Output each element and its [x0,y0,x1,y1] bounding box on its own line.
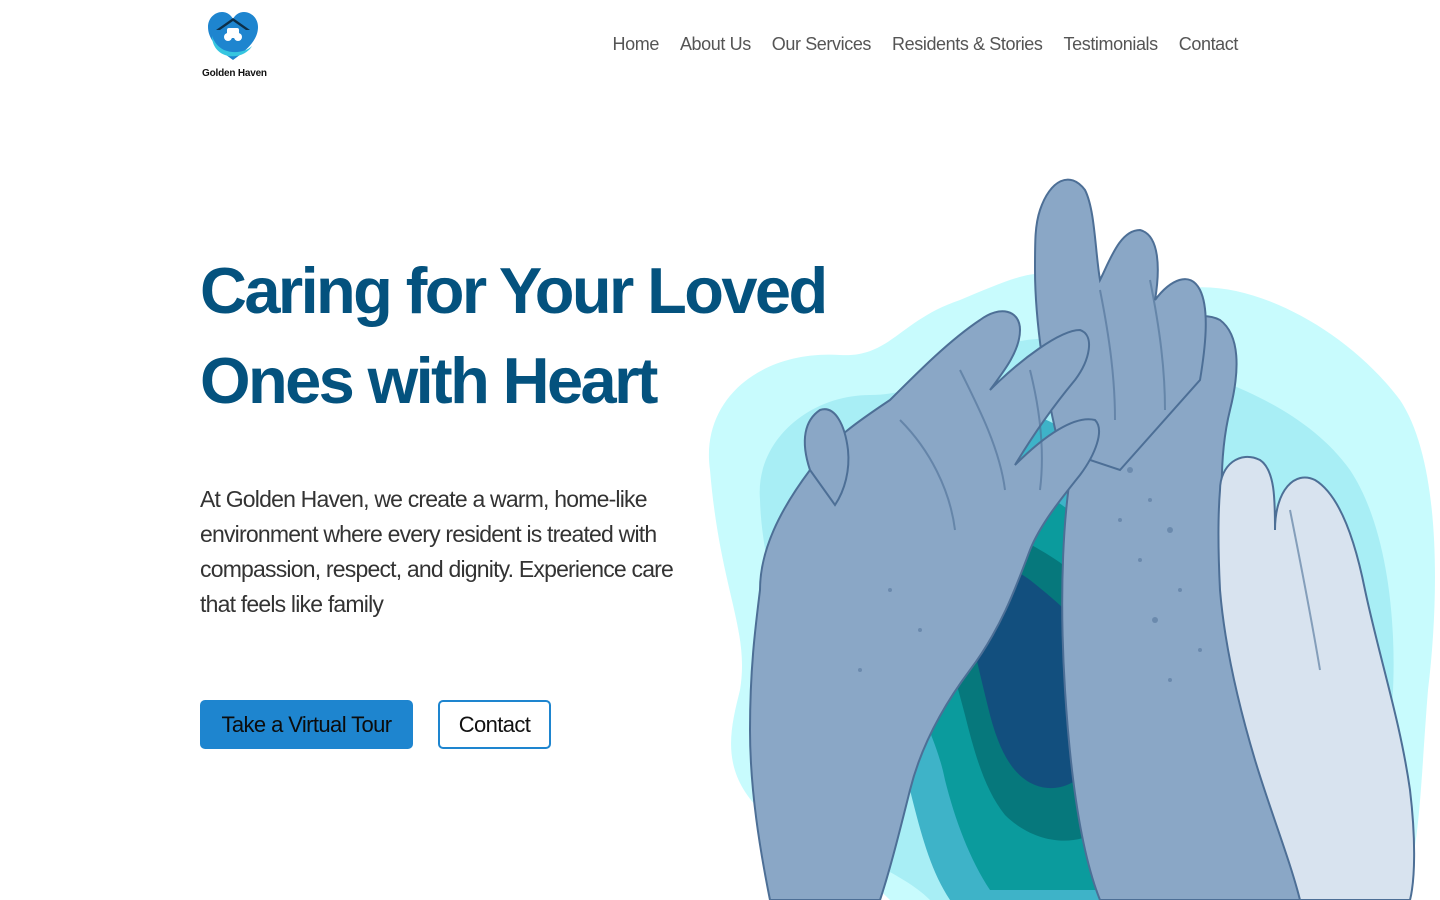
nav-our-services[interactable]: Our Services [772,34,872,55]
joined-hands-illustration [708,178,1435,900]
hero-description: At Golden Haven, we create a warm, home-… [200,486,674,617]
site-header: Golden Haven Home About Us Our Services … [0,0,1440,90]
main-nav: Home About Us Our Services Residents & S… [613,34,1239,55]
nav-testimonials[interactable]: Testimonials [1064,34,1159,55]
contact-button[interactable]: Contact [438,700,551,749]
nav-residents-stories[interactable]: Residents & Stories [892,34,1043,55]
logo[interactable]: Golden Haven [198,10,270,82]
hands-group [748,178,1416,900]
nav-contact[interactable]: Contact [1179,34,1239,55]
heart-house-logo-icon [208,12,258,60]
nav-about-us[interactable]: About Us [680,34,751,55]
nav-home[interactable]: Home [613,34,660,55]
virtual-tour-button[interactable]: Take a Virtual Tour [200,700,413,749]
brand-name: Golden Haven [202,68,267,79]
